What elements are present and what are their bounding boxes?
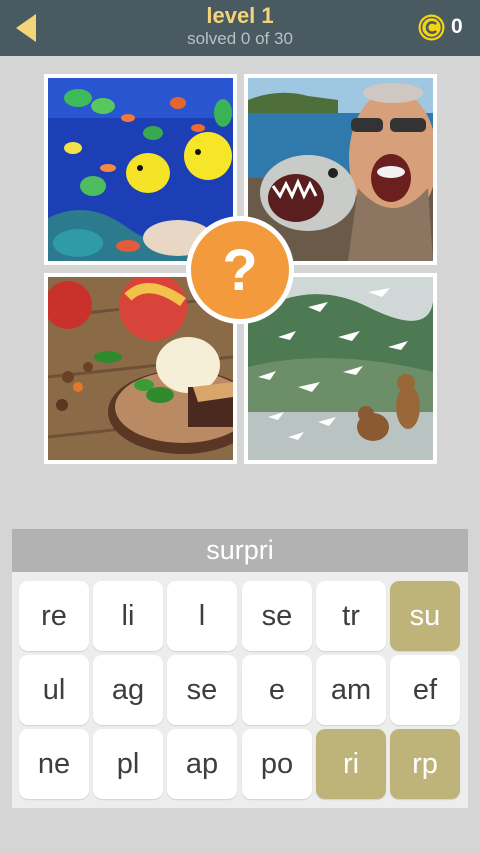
tile[interactable]: tr: [316, 581, 386, 651]
tile[interactable]: e: [242, 655, 312, 725]
tile-board: re li l se tr su ul ag se e am ef ne pl …: [12, 572, 468, 808]
tile[interactable]: am: [316, 655, 386, 725]
hint-button[interactable]: ?: [186, 216, 294, 324]
coin-icon: [418, 14, 445, 41]
coin-count: 0: [451, 15, 463, 38]
question-mark-icon: ?: [222, 238, 258, 303]
tile-used[interactable]: su: [390, 581, 460, 651]
tile[interactable]: ne: [19, 729, 89, 799]
answer-bar: surpri: [12, 529, 468, 572]
tile[interactable]: l: [167, 581, 237, 651]
tile[interactable]: po: [242, 729, 312, 799]
tile[interactable]: re: [19, 581, 89, 651]
tile[interactable]: ap: [167, 729, 237, 799]
tile[interactable]: se: [242, 581, 312, 651]
top-bar: level 1 solved 0 of 30 0: [0, 0, 480, 56]
progress-text: solved 0 of 30: [187, 29, 293, 48]
level-title: level 1: [206, 3, 274, 28]
tile[interactable]: ef: [390, 655, 460, 725]
tile-used[interactable]: rp: [390, 729, 460, 799]
tile[interactable]: li: [93, 581, 163, 651]
tile[interactable]: ul: [19, 655, 89, 725]
tile-used[interactable]: ri: [316, 729, 386, 799]
title-block: level 1 solved 0 of 30: [0, 4, 480, 50]
tile[interactable]: ag: [93, 655, 163, 725]
answer-text: surpri: [206, 535, 274, 565]
tile[interactable]: pl: [93, 729, 163, 799]
tile[interactable]: se: [167, 655, 237, 725]
